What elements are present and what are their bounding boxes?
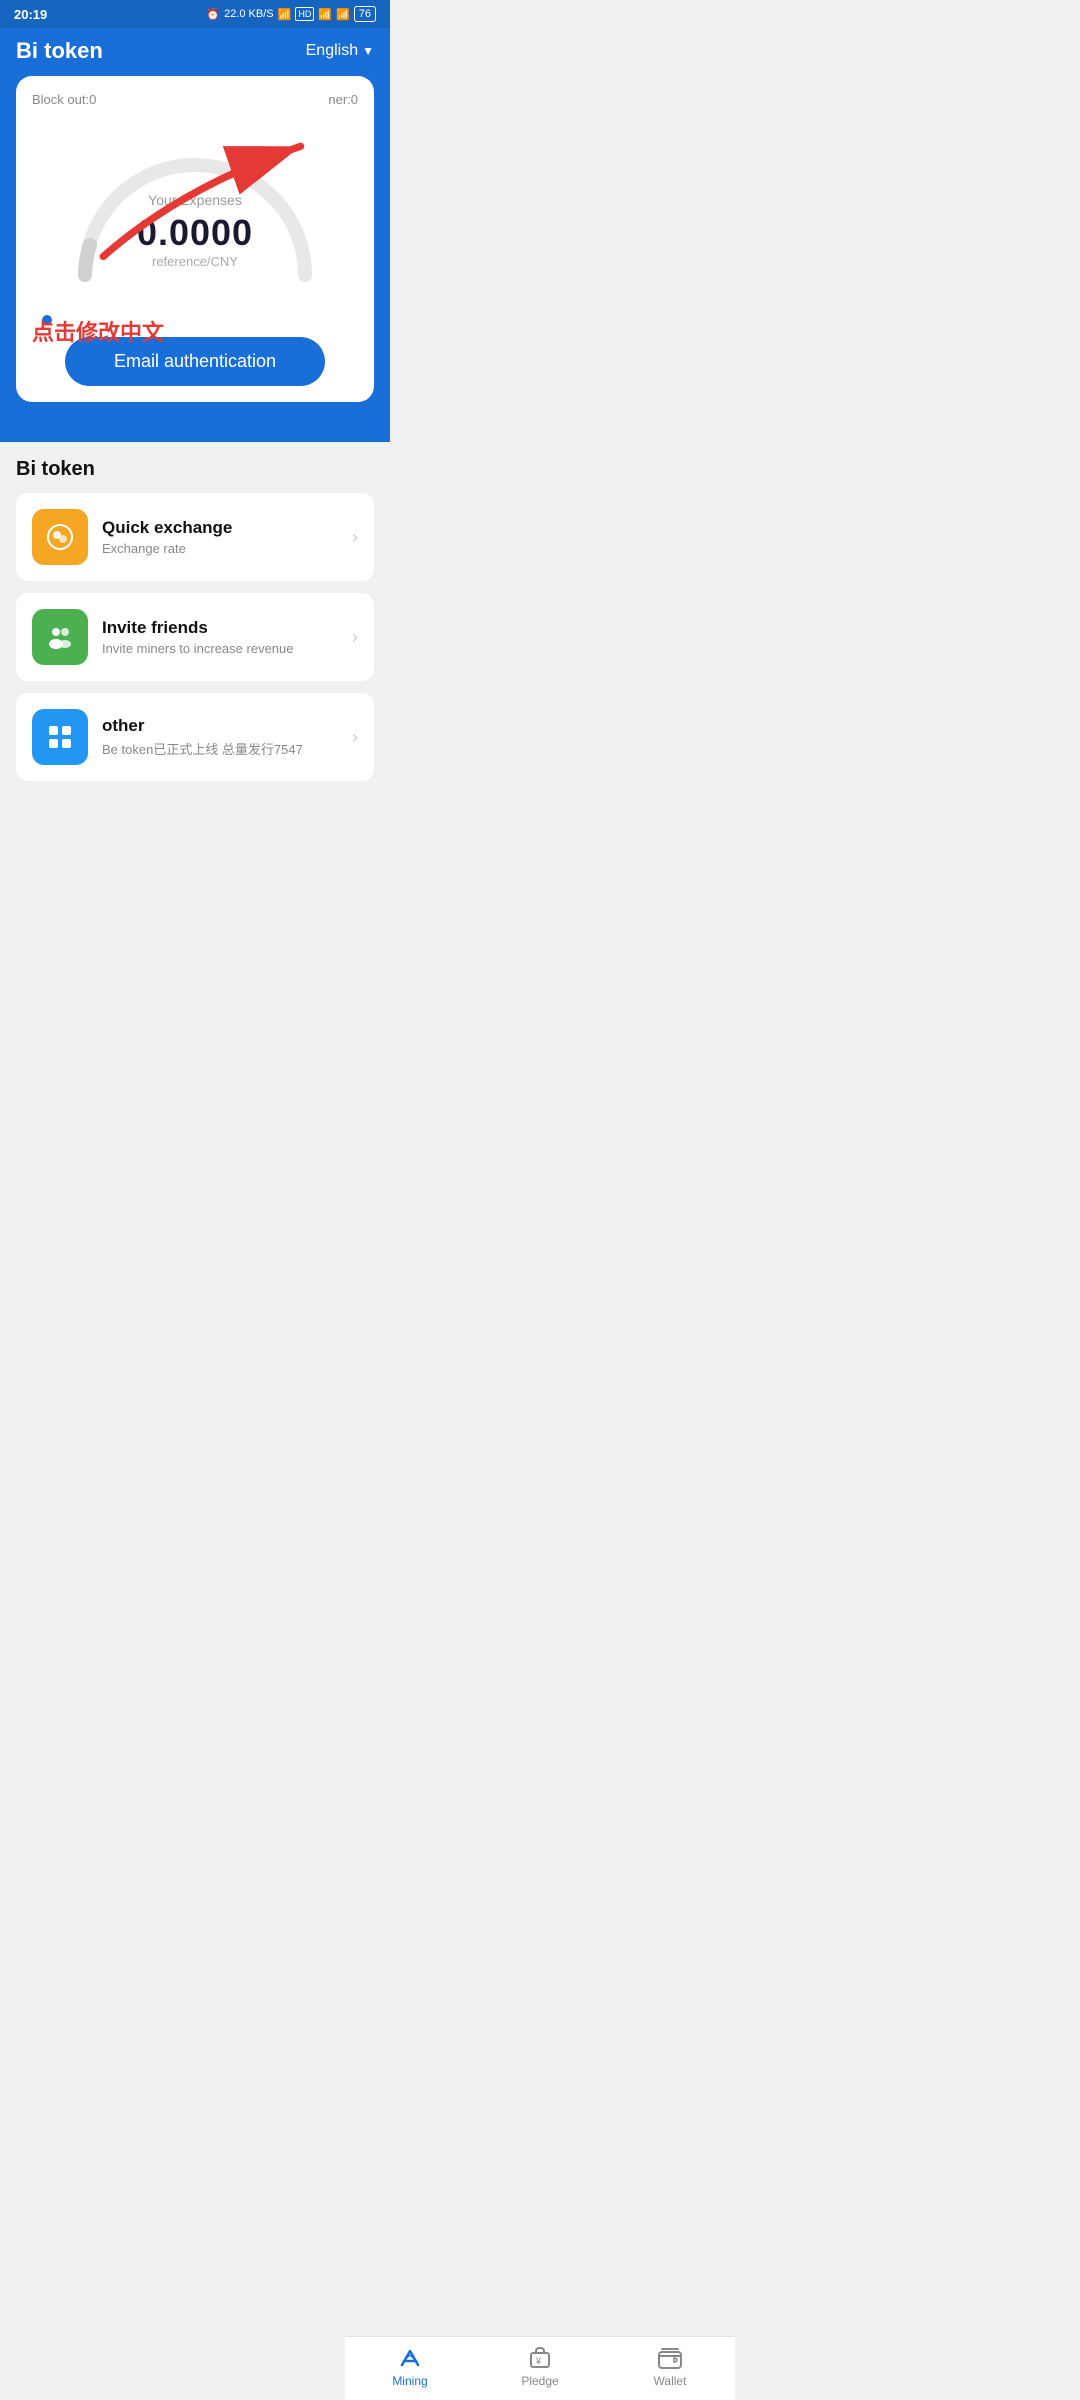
pledge-icon: ¥ [527,2345,553,2371]
gauge-center: Your Expenses 0.0000 reference/CNY [137,192,253,269]
blue-section: Block out:0 ner:0 Your Expenses 0.0000 r… [0,64,390,442]
menu-item-quick-exchange[interactable]: Quick exchange Exchange rate › [16,493,374,581]
menu-item-other[interactable]: other Be token已正式上线 总量发行7547 › [16,693,374,781]
chevron-right-icon: › [352,527,358,548]
invite-friends-icon-box [32,609,88,665]
content-section: Bi token Quick exchange Exchange rate › [0,442,390,809]
mining-icon [397,2345,423,2371]
chevron-right-icon3: › [352,727,358,748]
mining-label: Mining [392,2374,427,2388]
other-icon-box [32,709,88,765]
network-speed: 22.0 KB/S [224,8,274,20]
nav-item-wallet[interactable]: Wallet [630,2345,710,2388]
app-header: Bi token English ▼ [0,28,390,64]
menu-item-invite-friends[interactable]: Invite friends Invite miners to increase… [16,593,374,681]
coins-icon [45,522,75,552]
friends-icon [44,621,76,653]
status-icons: ⏰ 22.0 KB/S 📶 HD 📶 📶 76 [206,6,376,22]
other-title: other [102,716,338,736]
signal-icon: 📶 [318,8,332,21]
main-card: Block out:0 ner:0 Your Expenses 0.0000 r… [16,76,374,402]
hd-icon: HD [295,7,314,21]
gauge-container: Your Expenses 0.0000 reference/CNY [32,115,358,315]
wifi-icon: 📶 [278,8,292,21]
block-out-label: Block out:0 [32,92,96,107]
expenses-value: 0.0000 [137,212,253,254]
bottom-nav: Mining ¥ Pledge Wallet [345,2336,735,2400]
alarm-icon: ⏰ [206,8,220,21]
expenses-label: Your Expenses [137,192,253,208]
wallet-icon [657,2345,683,2371]
invite-friends-title: Invite friends [102,618,338,638]
chevron-right-icon2: › [352,627,358,648]
chinese-annotation: 点击修改中文 [32,315,164,347]
quick-exchange-text: Quick exchange Exchange rate [102,518,338,556]
pledge-label: Pledge [521,2374,558,2388]
status-bar: 20:19 ⏰ 22.0 KB/S 📶 HD 📶 📶 76 [0,0,390,28]
battery-icon: 76 [354,6,376,22]
signal2-icon: 📶 [336,8,350,21]
other-text: other Be token已正式上线 总量发行7547 [102,716,338,758]
invite-friends-text: Invite friends Invite miners to increase… [102,618,338,656]
invite-friends-subtitle: Invite miners to increase revenue [102,641,338,656]
section-title: Bi token [16,458,374,481]
nav-item-pledge[interactable]: ¥ Pledge [500,2345,580,2388]
quick-exchange-subtitle: Exchange rate [102,541,338,556]
card-top-row: Block out:0 ner:0 [32,92,358,107]
language-label: English [306,42,358,60]
miner-label: ner:0 [328,92,358,107]
grid-icon [44,721,76,753]
quick-exchange-icon-box [32,509,88,565]
quick-exchange-title: Quick exchange [102,518,338,538]
chevron-down-icon: ▼ [362,44,374,58]
svg-text:¥: ¥ [535,2356,542,2366]
language-selector[interactable]: English ▼ [306,42,374,60]
nav-item-mining[interactable]: Mining [370,2345,450,2388]
status-time: 20:19 [14,7,47,22]
wallet-label: Wallet [654,2374,687,2388]
other-subtitle: Be token已正式上线 总量发行7547 [102,739,338,758]
expenses-unit: reference/CNY [137,254,253,269]
app-title: Bi token [16,38,103,64]
